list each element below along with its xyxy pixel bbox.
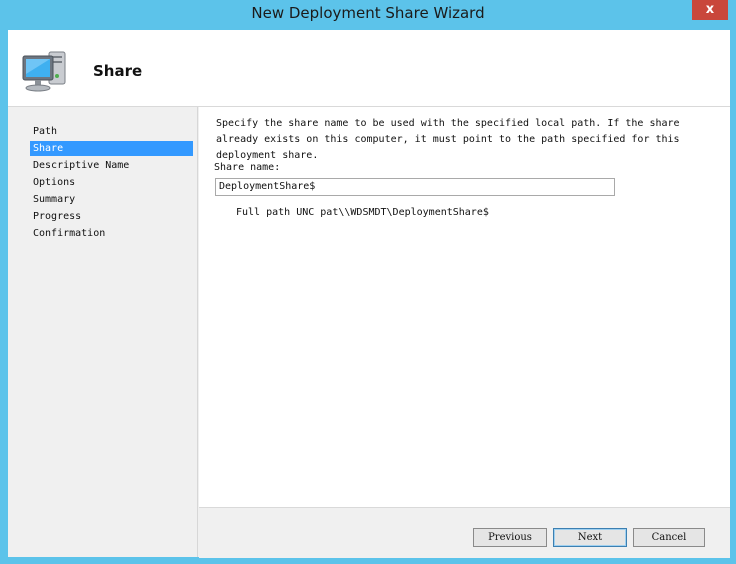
title-bar[interactable]: New Deployment Share Wizard x [0, 0, 736, 30]
nav-item-progress[interactable]: Progress [30, 209, 193, 224]
wizard-header: Share [8, 30, 730, 107]
cancel-button[interactable]: Cancel [633, 528, 705, 547]
computer-icon [22, 51, 66, 92]
nav-item-path[interactable]: Path [30, 124, 193, 139]
close-button[interactable]: x [692, 0, 728, 20]
unc-path-row: Full path UNC pat\\WDSMDT\DeploymentShar… [236, 207, 489, 218]
pane-divider [197, 107, 198, 557]
content-pane: Specify the share name to be used with t… [199, 107, 730, 507]
nav-item-options[interactable]: Options [30, 175, 193, 190]
next-button[interactable]: Next [553, 528, 627, 547]
share-description: Specify the share name to be used with t… [216, 118, 680, 161]
share-name-label: Share name: [214, 162, 281, 173]
share-name-input[interactable]: DeploymentShare$ [215, 178, 615, 196]
nav-item-descriptive-name[interactable]: Descriptive Name [30, 158, 193, 173]
window-title: New Deployment Share Wizard [251, 4, 485, 22]
nav-item-confirmation[interactable]: Confirmation [30, 226, 193, 241]
unc-path-value: \\WDSMDT\DeploymentShare$ [338, 207, 489, 218]
wizard-footer: Previous Next Cancel [199, 507, 730, 558]
nav-item-share[interactable]: Share [30, 141, 193, 156]
wizard-window: New Deployment Share Wizard x Share Path… [0, 0, 736, 564]
close-icon: x [705, 2, 715, 17]
page-title: Share [93, 62, 143, 80]
previous-button[interactable]: Previous [473, 528, 547, 547]
wizard-steps: Path Share Descriptive Name Options Summ… [8, 107, 196, 557]
wizard-client-area: Share Path Share Descriptive Name Option… [8, 30, 730, 558]
nav-item-summary[interactable]: Summary [30, 192, 193, 207]
unc-path-label: Full path UNC pat [236, 207, 339, 218]
